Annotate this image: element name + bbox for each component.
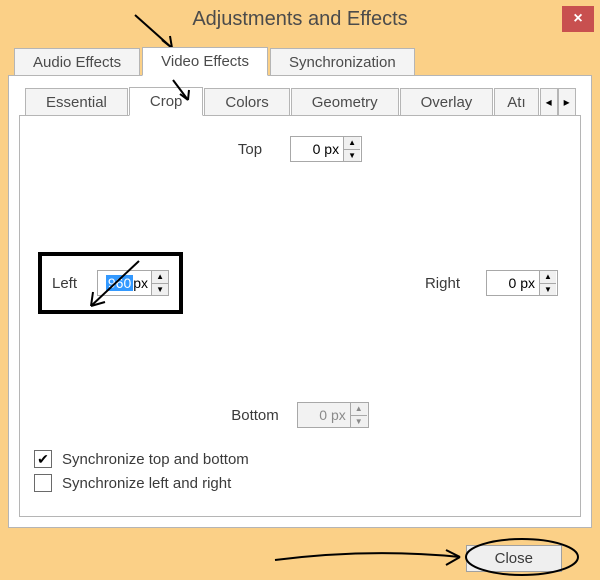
crop-top-label: Top <box>238 141 262 158</box>
crop-top-input[interactable] <box>291 137 343 161</box>
crop-right-group: Right ▲ ▼ <box>425 270 562 296</box>
crop-right-label: Right <box>425 275 460 292</box>
spin-up-icon[interactable]: ▲ <box>152 271 168 284</box>
checkmark-icon: ✔ <box>37 451 49 468</box>
sync-tb-label: Synchronize top and bottom <box>62 451 249 468</box>
sub-tab-row: Essential Crop Colors Geometry Overlay A… <box>19 86 581 115</box>
spin-up-icon[interactable]: ▲ <box>540 271 556 284</box>
crop-left-label: Left <box>52 275 77 292</box>
crop-left-input[interactable]: 960 px <box>98 271 151 295</box>
titlebar: Adjustments and Effects × <box>0 0 600 38</box>
tab-video-effects[interactable]: Video Effects <box>142 47 268 76</box>
spin-down-icon[interactable]: ▼ <box>344 150 360 162</box>
sync-lr-label: Synchronize left and right <box>62 475 231 492</box>
main-tab-row: Audio Effects Video Effects Synchronizat… <box>8 46 592 75</box>
sync-options: ✔ Synchronize top and bottom Synchronize… <box>34 450 566 492</box>
crop-panel: Top ▲ ▼ Left 960 px ▲ <box>19 115 581 517</box>
checkbox-sync-tb[interactable]: ✔ <box>34 450 52 468</box>
checkbox-sync-lr[interactable] <box>34 474 52 492</box>
crop-left-spinner[interactable]: 960 px ▲ ▼ <box>97 270 169 296</box>
tab-scroll-right[interactable]: ▸ <box>558 88 576 116</box>
crop-left-group: Left 960 px ▲ ▼ <box>38 252 183 314</box>
tab-synchronization[interactable]: Synchronization <box>270 48 415 76</box>
subtab-geometry[interactable]: Geometry <box>291 88 399 116</box>
subtab-more[interactable]: Atı <box>494 88 538 116</box>
subtab-colors[interactable]: Colors <box>204 88 289 116</box>
close-icon: × <box>573 10 582 28</box>
crop-right-spinner[interactable]: ▲ ▼ <box>486 270 558 296</box>
spin-up-icon[interactable]: ▲ <box>351 403 367 416</box>
main-area: Audio Effects Video Effects Synchronizat… <box>0 38 600 536</box>
tab-audio-effects[interactable]: Audio Effects <box>14 48 140 76</box>
close-button[interactable]: Close <box>466 545 562 572</box>
annotation-arrow-close <box>270 542 470 572</box>
subtab-essential[interactable]: Essential <box>25 88 128 116</box>
spin-down-icon[interactable]: ▼ <box>540 284 556 296</box>
crop-top-spinner[interactable]: ▲ ▼ <box>290 136 362 162</box>
crop-bottom-label: Bottom <box>231 407 279 424</box>
tab-scroll-left[interactable]: ◂ <box>540 88 558 116</box>
crop-right-input[interactable] <box>487 271 539 295</box>
crop-bottom-spinner[interactable]: ▲ ▼ <box>297 402 369 428</box>
subtab-crop[interactable]: Crop <box>129 87 204 116</box>
spin-down-icon[interactable]: ▼ <box>351 416 367 428</box>
dialog-footer: Close <box>0 536 600 580</box>
window-close-button[interactable]: × <box>562 6 594 32</box>
main-panel: Essential Crop Colors Geometry Overlay A… <box>8 75 592 528</box>
subtab-overlay[interactable]: Overlay <box>400 88 494 116</box>
window-title: Adjustments and Effects <box>192 8 407 31</box>
spin-down-icon[interactable]: ▼ <box>152 284 168 296</box>
spin-up-icon[interactable]: ▲ <box>344 137 360 150</box>
crop-bottom-input <box>298 403 350 427</box>
